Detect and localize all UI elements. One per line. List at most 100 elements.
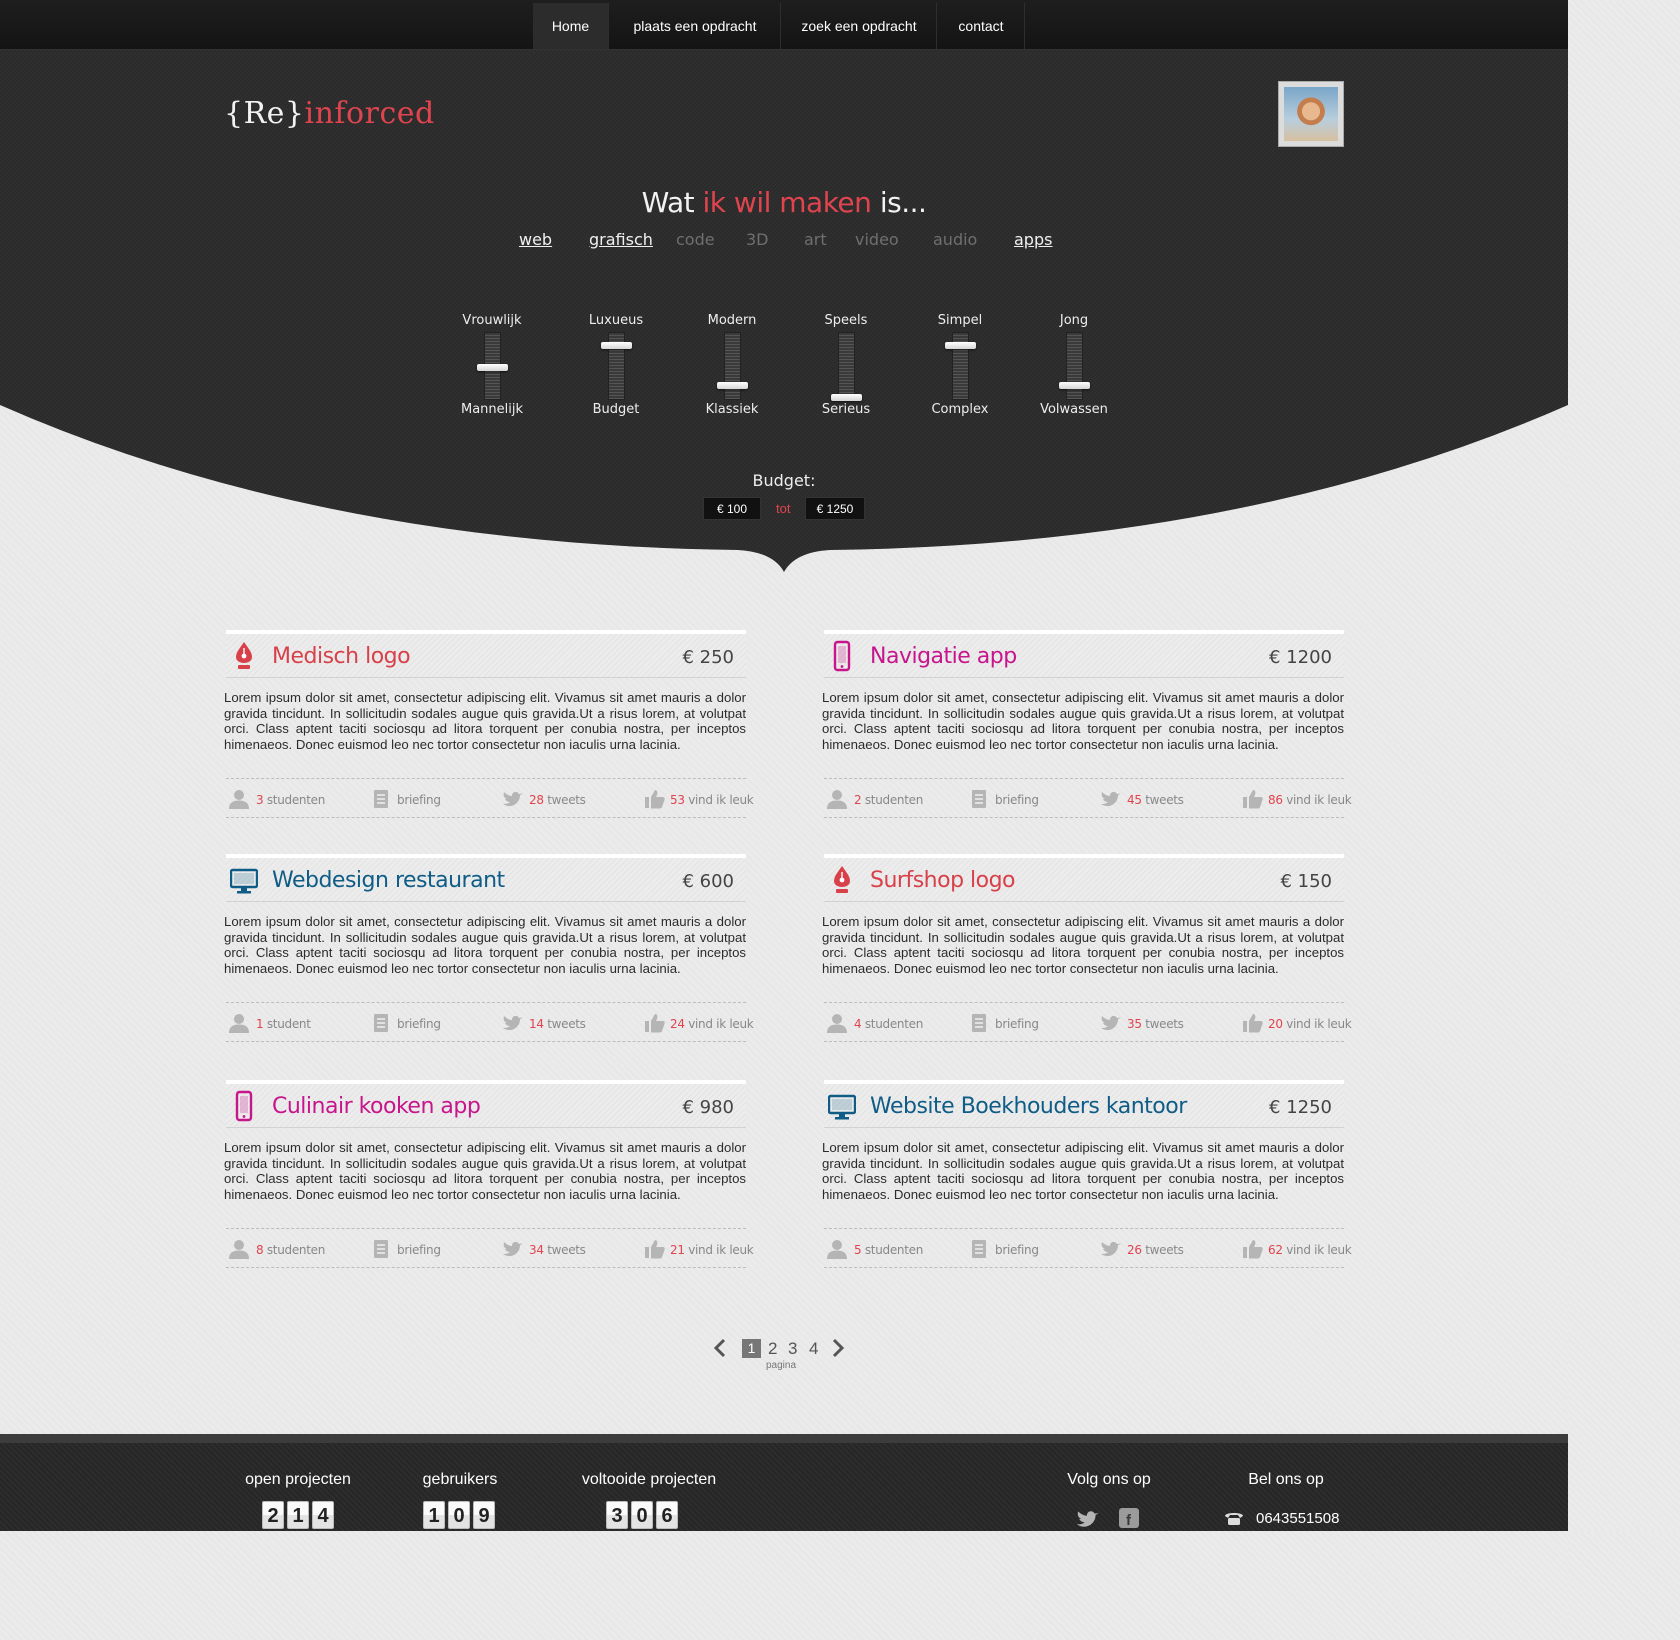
slider-handle[interactable] (716, 382, 748, 389)
students-stat: 2 studenten (826, 789, 936, 809)
project-card[interactable]: Webdesign restaurant € 600 Lorem ipsum dol… (224, 854, 754, 1044)
likes-stat[interactable]: 21 vind ik leuk (644, 1239, 754, 1259)
category-3d[interactable]: 3D (746, 230, 769, 249)
twitter-bird-icon (502, 1239, 524, 1259)
tweets-count: 35 (1127, 1017, 1142, 1031)
project-title[interactable]: Webdesign restaurant (272, 868, 505, 893)
twitter-bird-icon (502, 789, 524, 809)
students-count: 8 (256, 1243, 264, 1257)
project-card[interactable]: Website Boekhouders kantoor € 1250 Lorem i… (822, 1080, 1352, 1270)
students-count: 2 (854, 793, 862, 807)
category-apps[interactable]: apps (1014, 230, 1052, 249)
tweets-stat[interactable]: 35 tweets (1100, 1013, 1200, 1033)
category-web[interactable]: web (519, 230, 552, 249)
likes-stat[interactable]: 20 vind ik leuk (1242, 1013, 1352, 1033)
slider-track[interactable] (600, 332, 632, 400)
nav-home[interactable]: Home (533, 3, 609, 49)
slider-handle[interactable] (1058, 382, 1090, 389)
project-description: Lorem ipsum dolor sit amet, consectetur … (822, 690, 1344, 752)
category-art[interactable]: art (804, 230, 827, 249)
students-label: studenten (864, 793, 924, 807)
tweets-label: tweets (1145, 793, 1184, 807)
briefing-link[interactable]: briefing (968, 1013, 1058, 1033)
chevron-right-icon[interactable] (831, 1338, 845, 1358)
brand-logo[interactable]: {Re}inforced (224, 96, 435, 131)
likes-label: vind ik leuk (688, 793, 754, 807)
tweets-stat[interactable]: 14 tweets (502, 1013, 602, 1033)
tweets-stat[interactable]: 26 tweets (1100, 1239, 1200, 1259)
tweets-stat[interactable]: 45 tweets (1100, 789, 1200, 809)
students-stat: 5 studenten (826, 1239, 936, 1259)
slider-handle[interactable] (600, 342, 632, 349)
project-card[interactable]: Navigatie app € 1200 Lorem ipsum dolor sit… (822, 630, 1352, 820)
likes-stat[interactable]: 62 vind ik leuk (1242, 1239, 1352, 1259)
project-card[interactable]: Medisch logo € 250 Lorem ipsum dolor sit a… (224, 630, 754, 820)
slider-bottom-label: Serieus (821, 402, 871, 417)
students-count: 5 (854, 1243, 862, 1257)
nav-zoek-opdracht[interactable]: zoek een opdracht (782, 3, 937, 49)
project-title[interactable]: Medisch logo (272, 644, 411, 669)
students-label: studenten (864, 1243, 924, 1257)
slider-bottom-label: Mannelijk (460, 402, 524, 417)
briefing-label: briefing (995, 793, 1039, 807)
project-title[interactable]: Navigatie app (870, 644, 1017, 669)
slider-handle[interactable] (830, 394, 862, 401)
likes-stat[interactable]: 24 vind ik leuk (644, 1013, 754, 1033)
likes-stat[interactable]: 53 vind ik leuk (644, 789, 754, 809)
likes-stat[interactable]: 86 vind ik leuk (1242, 789, 1352, 809)
page-4[interactable]: 4 (809, 1339, 818, 1359)
briefing-link[interactable]: briefing (968, 1239, 1058, 1259)
call-label: Bel ons op (1248, 1471, 1324, 1488)
slider-track[interactable] (944, 332, 976, 400)
budget-max-input[interactable]: € 1250 (805, 497, 865, 520)
page-2[interactable]: 2 (768, 1339, 777, 1359)
project-stats: 5 studenten briefing 26 tweets 62 vind ik l… (824, 1228, 1352, 1268)
page-3[interactable]: 3 (788, 1339, 797, 1359)
briefing-link[interactable]: briefing (968, 789, 1058, 809)
project-title[interactable]: Website Boekhouders kantoor (870, 1094, 1187, 1119)
project-description: Lorem ipsum dolor sit amet, consectetur … (822, 1140, 1344, 1202)
facebook-icon[interactable]: f (1118, 1507, 1140, 1529)
slider-track[interactable] (716, 332, 748, 400)
nav-plaats-opdracht[interactable]: plaats een opdracht (610, 3, 781, 49)
category-code[interactable]: code (676, 230, 715, 249)
user-avatar[interactable] (1278, 81, 1344, 147)
project-card[interactable]: Surfshop logo € 150 Lorem ipsum dolor sit … (822, 854, 1352, 1044)
thumbs-up-icon (644, 789, 666, 809)
project-price: € 150 (1280, 871, 1332, 892)
slider-track[interactable] (476, 332, 508, 400)
budget-min-input[interactable]: € 100 (703, 497, 761, 520)
briefing-link[interactable]: briefing (370, 789, 460, 809)
nav-contact[interactable]: contact (938, 3, 1025, 49)
slider-top-label: Luxueus (588, 313, 644, 328)
user-icon (228, 1239, 250, 1259)
slider-track[interactable] (1058, 332, 1090, 400)
category-grafisch[interactable]: grafisch (589, 230, 653, 249)
twitter-icon[interactable] (1076, 1508, 1100, 1530)
slider-handle[interactable] (944, 342, 976, 349)
stat-users-counter: 109 (423, 1501, 498, 1531)
thumbs-up-icon (644, 1239, 666, 1259)
chevron-left-icon[interactable] (713, 1338, 727, 1358)
project-card[interactable]: Culinair kooken app € 980 Lorem ipsum dolo… (224, 1080, 754, 1270)
follow-label: Volg ons op (1067, 1471, 1151, 1488)
project-title[interactable]: Culinair kooken app (272, 1094, 481, 1119)
category-audio[interactable]: audio (933, 230, 977, 249)
briefing-label: briefing (995, 1017, 1039, 1031)
project-stats: 2 studenten briefing 45 tweets 86 vind ik l… (824, 778, 1352, 818)
user-icon (826, 1239, 848, 1259)
slider-track[interactable] (830, 332, 862, 401)
project-card-header: Navigatie app € 1200 (824, 630, 1344, 678)
briefing-label: briefing (397, 793, 441, 807)
project-title[interactable]: Surfshop logo (870, 868, 1016, 893)
page-1[interactable]: 1 (742, 1339, 761, 1358)
phone-number[interactable]: 0643551508 (1256, 1510, 1339, 1527)
briefing-link[interactable]: briefing (370, 1013, 460, 1033)
tweets-count: 14 (529, 1017, 544, 1031)
document-icon (370, 1013, 392, 1033)
briefing-link[interactable]: briefing (370, 1239, 460, 1259)
tweets-stat[interactable]: 28 tweets (502, 789, 602, 809)
tweets-stat[interactable]: 34 tweets (502, 1239, 602, 1259)
slider-handle[interactable] (476, 364, 508, 371)
category-video[interactable]: video (855, 230, 899, 249)
